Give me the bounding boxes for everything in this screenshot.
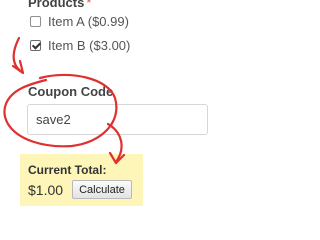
item-b-label: Item B ($3.00) xyxy=(48,37,131,53)
coupon-code-label: Coupon Code xyxy=(28,84,114,99)
current-total-value: $1.00 xyxy=(28,182,64,198)
products-label: Products * xyxy=(28,0,91,10)
required-marker: * xyxy=(86,0,92,10)
item-a-label: Item A ($0.99) xyxy=(48,13,129,29)
calculate-button[interactable]: Calculate xyxy=(72,180,132,199)
annotation-arrow-1-shaft xyxy=(12,36,24,74)
products-label-text: Products xyxy=(28,0,85,10)
item-a-checkbox[interactable] xyxy=(30,15,41,27)
annotation-arrow-1-head xyxy=(11,59,25,75)
current-total-label: Current Total: xyxy=(28,163,107,177)
product-option-item-b[interactable]: Item B ($3.00) xyxy=(30,37,130,53)
coupon-code-input[interactable] xyxy=(27,104,208,135)
product-option-item-a[interactable]: Item A ($0.99) xyxy=(30,13,129,29)
item-b-checkbox[interactable] xyxy=(30,39,41,51)
